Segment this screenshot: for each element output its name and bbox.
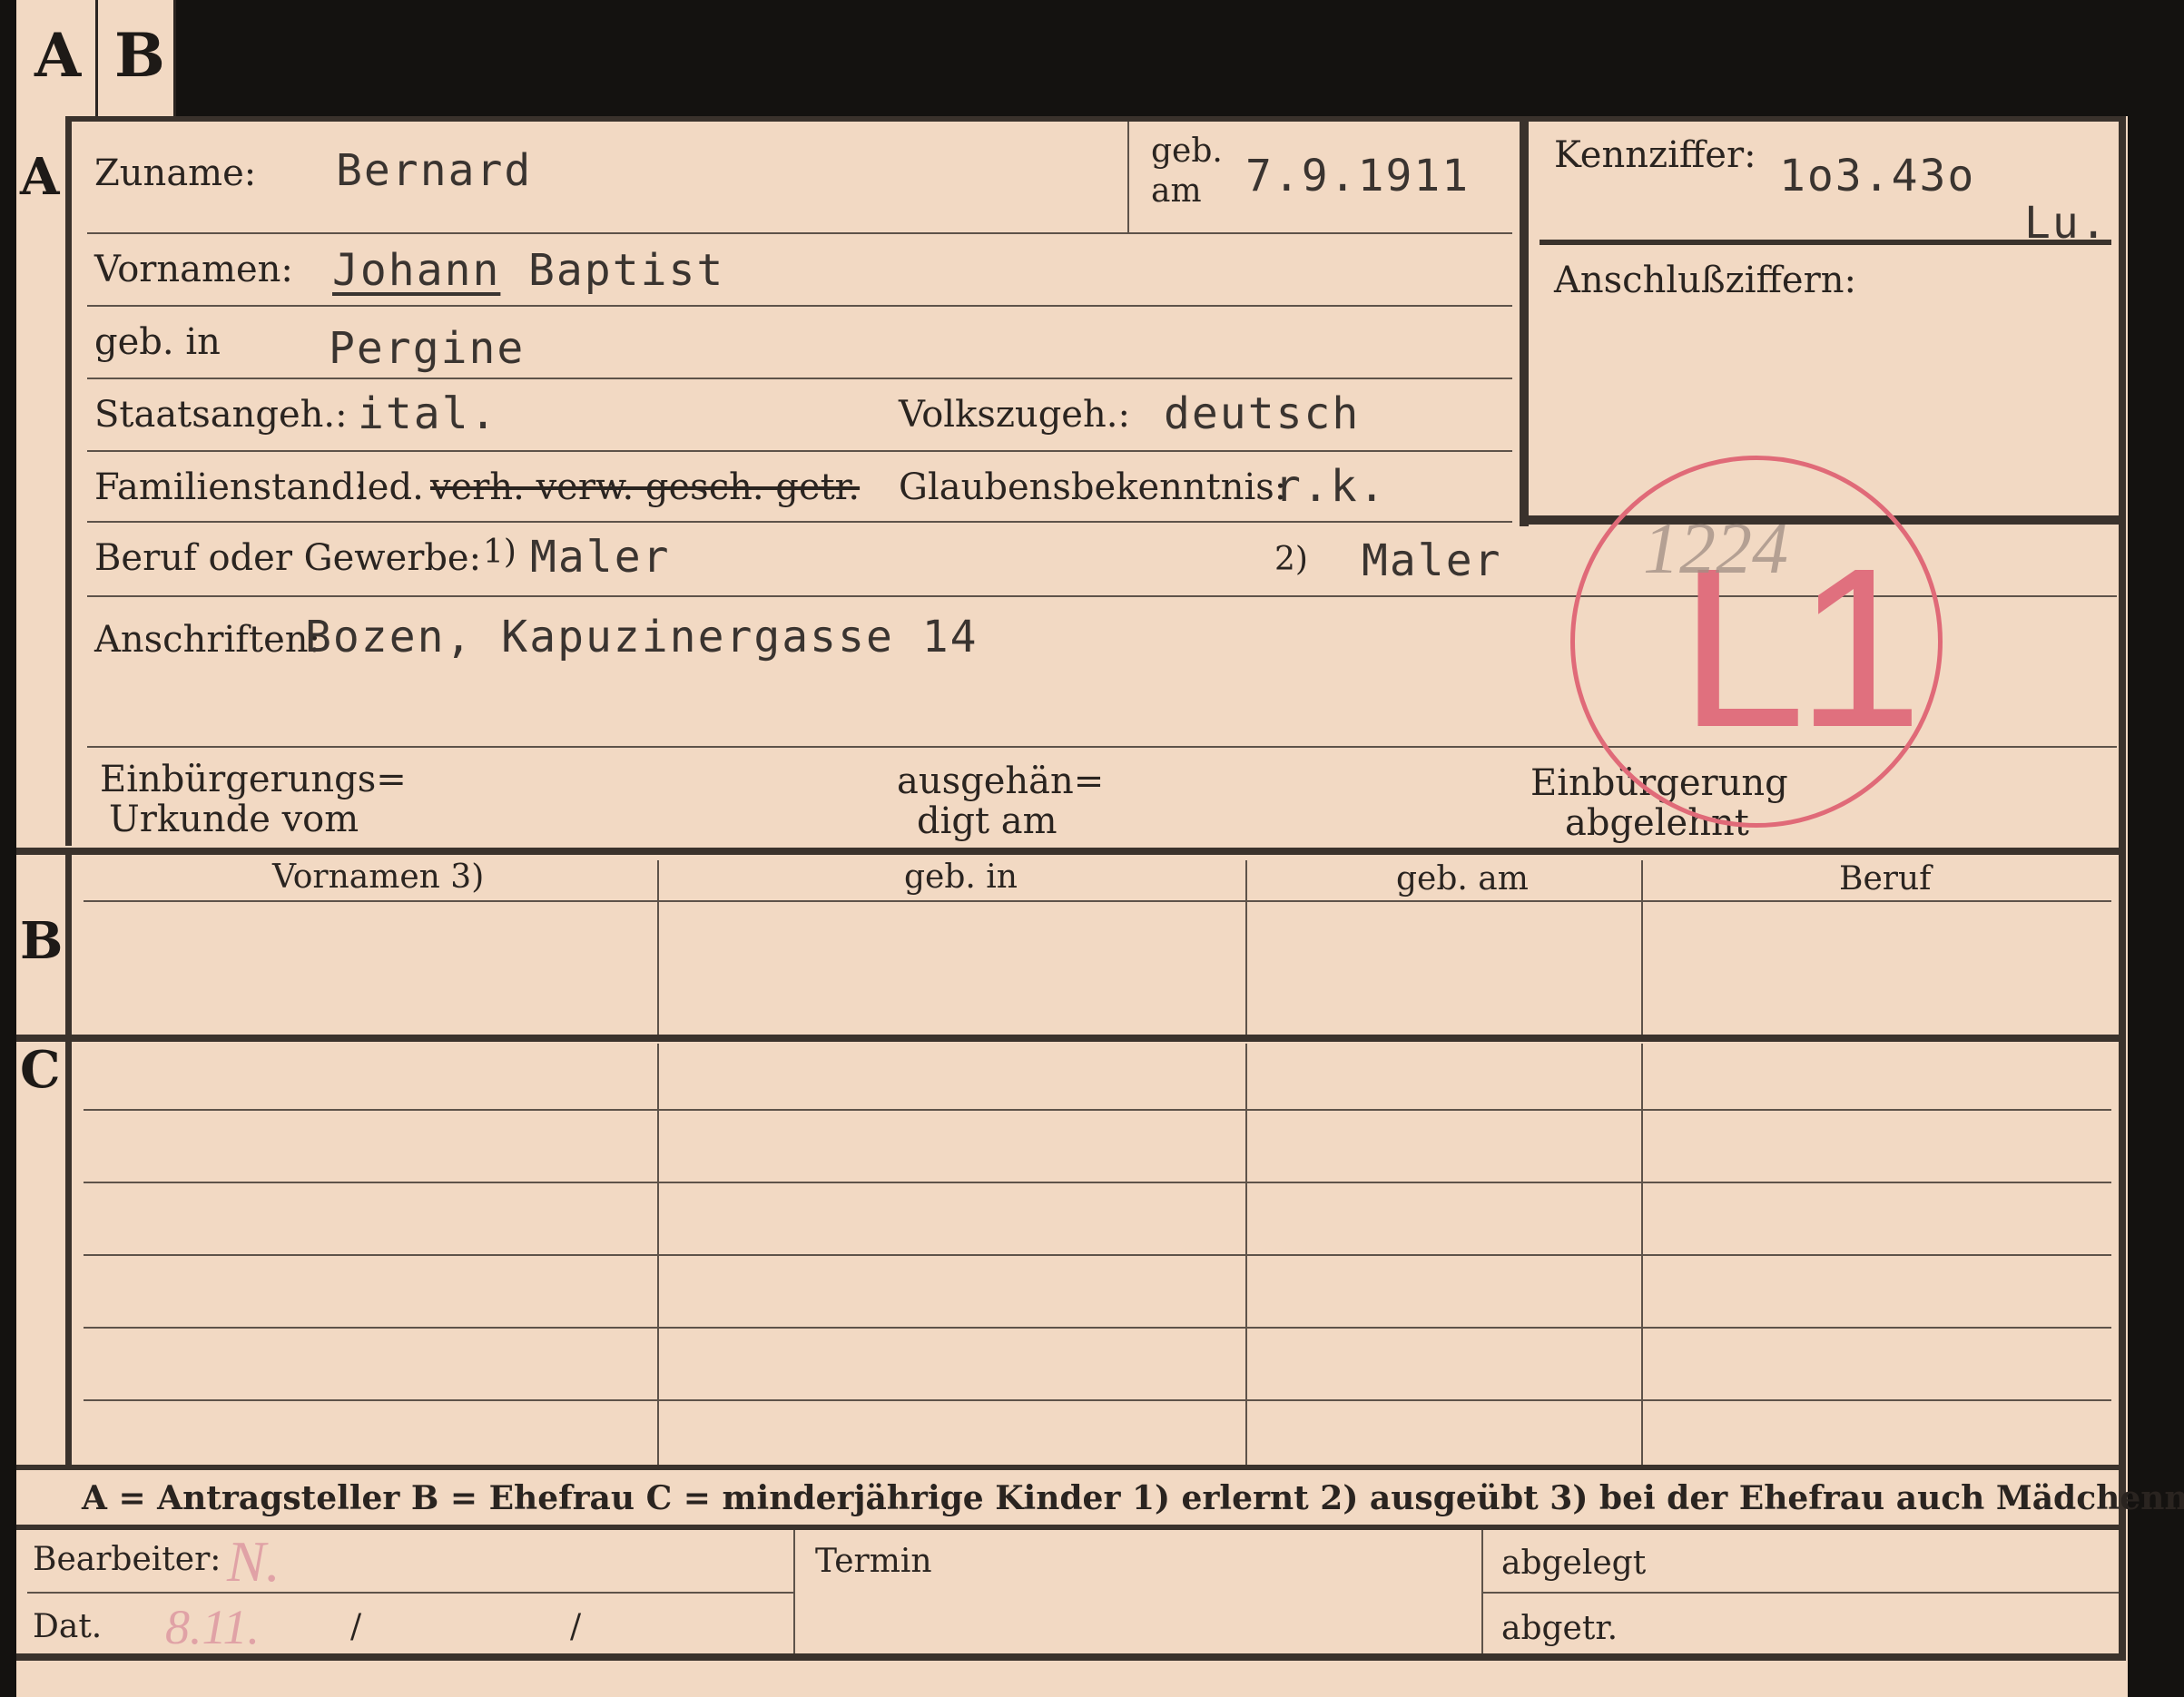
dat-slash-2: / — [570, 1608, 582, 1645]
dat-label: Dat. — [33, 1608, 103, 1645]
familienstand-label: Familienstand: — [94, 466, 367, 508]
col-divider-3-b — [1641, 860, 1643, 1036]
col-geb-am: geb. am — [1396, 860, 1529, 898]
col-divider-2-b — [1245, 860, 1247, 1036]
tab-a-letter: A — [34, 20, 82, 91]
beruf-mark-2: 2) — [1274, 541, 1308, 578]
section-c-marker: C — [20, 1040, 61, 1100]
rule-staatsangeh — [87, 450, 1512, 452]
rule-geb-in — [87, 378, 1512, 379]
child-row-rule — [84, 1327, 2111, 1329]
footer-divider-1 — [793, 1530, 795, 1657]
staatsangeh-label: Staatsangeh.: — [94, 394, 348, 436]
geb-am-label-1: geb. — [1151, 132, 1223, 170]
rule-zuname — [87, 232, 1512, 234]
beruf-value-2: Maler — [1362, 535, 1502, 586]
ausgehaendigt-label-2: digt am — [917, 800, 1058, 842]
vornamen-value-2: Baptist — [528, 245, 725, 296]
zuname-value: Bernard — [336, 145, 533, 196]
geb-in-label: geb. in — [94, 321, 221, 363]
child-row-rule — [84, 1254, 2111, 1256]
volkszugeh-label: Volkszugeh.: — [899, 394, 1130, 436]
kennziffer-label: Kennziffer: — [1554, 134, 1756, 176]
col-beruf: Beruf — [1839, 860, 1932, 898]
section-c-left-rule — [65, 1040, 72, 1466]
pencil-number: 1224 — [1643, 509, 1788, 589]
einb-urkunde-label-1: Einbürgerungs= — [100, 759, 407, 800]
tab-a: A — [16, 0, 98, 116]
card-top-rule — [65, 116, 2126, 122]
tab-b: B — [98, 0, 176, 116]
col-geb-in: geb. in — [904, 858, 1018, 896]
section-a-marker: A — [20, 147, 60, 207]
card-right-rule — [2119, 116, 2126, 1659]
termin-label: Termin — [815, 1543, 932, 1580]
vornamen-value-1: Johann — [332, 245, 501, 296]
vornamen-label: Vornamen: — [94, 249, 293, 290]
glaubens-value: r.k. — [1274, 461, 1387, 512]
bearbeiter-label: Bearbeiter: — [33, 1541, 221, 1578]
staatsangeh-value: ital. — [358, 388, 498, 439]
geb-am-label-2: am — [1151, 172, 1202, 210]
legend-top-rule — [16, 1465, 2119, 1470]
anschriften-label: Anschriften: — [94, 619, 321, 661]
zuname-label: Zuname: — [94, 152, 257, 194]
dat-value: 8.11. — [165, 1600, 260, 1654]
rule-familienstand — [87, 521, 1512, 523]
dat-slash-1: / — [350, 1608, 362, 1645]
section-b-header-rule — [84, 900, 2111, 902]
section-a-left-rule — [65, 120, 72, 846]
section-b-marker: B — [20, 911, 64, 971]
geb-am-value: 7.9.1911 — [1245, 151, 1471, 201]
child-row-rule — [84, 1182, 2111, 1183]
abgelegt-label: abgelegt — [1501, 1545, 1647, 1582]
einb-urkunde-label-2: Urkunde vom — [109, 799, 359, 840]
card-bottom-rule — [16, 1653, 2126, 1661]
rule-vornamen — [87, 305, 1512, 307]
anschriften-value: Bozen, Kapuzinergasse 14 — [305, 612, 979, 662]
child-row-rule — [84, 1399, 2111, 1401]
beruf-label: Beruf oder Gewerbe: — [94, 537, 482, 579]
footer-mid-rule-right — [1483, 1592, 2119, 1594]
volkszugeh-value: deutsch — [1164, 388, 1361, 439]
familienstand-led: led. — [356, 466, 424, 508]
legend-bottom-rule — [16, 1525, 2119, 1530]
kennziffer-box-left — [1520, 120, 1529, 526]
beruf-mark-1: 1) — [483, 534, 516, 571]
familienstand-struck: verh. verw. gesch. getr. — [430, 466, 861, 508]
glaubens-label: Glaubensbekenntnis: — [899, 466, 1287, 508]
beruf-value-1: Maler — [530, 532, 671, 583]
tab-b-letter: B — [114, 20, 165, 91]
ausgehaendigt-label-1: ausgehän= — [897, 760, 1105, 802]
legend-text: A = Antragsteller B = Ehefrau C = minder… — [82, 1479, 2184, 1517]
col-vornamen: Vornamen 3) — [272, 858, 485, 896]
bearbeiter-value: N. — [227, 1529, 280, 1594]
footer-divider-2 — [1481, 1530, 1483, 1657]
geb-in-value: Pergine — [329, 323, 526, 374]
section-c-top-rule — [16, 1035, 2119, 1042]
col-divider-1-b — [657, 860, 659, 1036]
kennziffer-suffix: Lu. — [2024, 198, 2109, 249]
rule-gebam-divider — [1127, 122, 1129, 232]
footer-mid-rule-left — [27, 1592, 793, 1594]
kennziffer-value: 1o3.43o — [1779, 151, 1976, 201]
section-b-left-rule — [65, 853, 72, 1036]
child-row-rule — [84, 1109, 2111, 1111]
abgetr-label: abgetr. — [1501, 1610, 1618, 1647]
anschluss-label: Anschlußziffern: — [1554, 260, 1856, 301]
section-b-top-rule — [16, 848, 2119, 855]
